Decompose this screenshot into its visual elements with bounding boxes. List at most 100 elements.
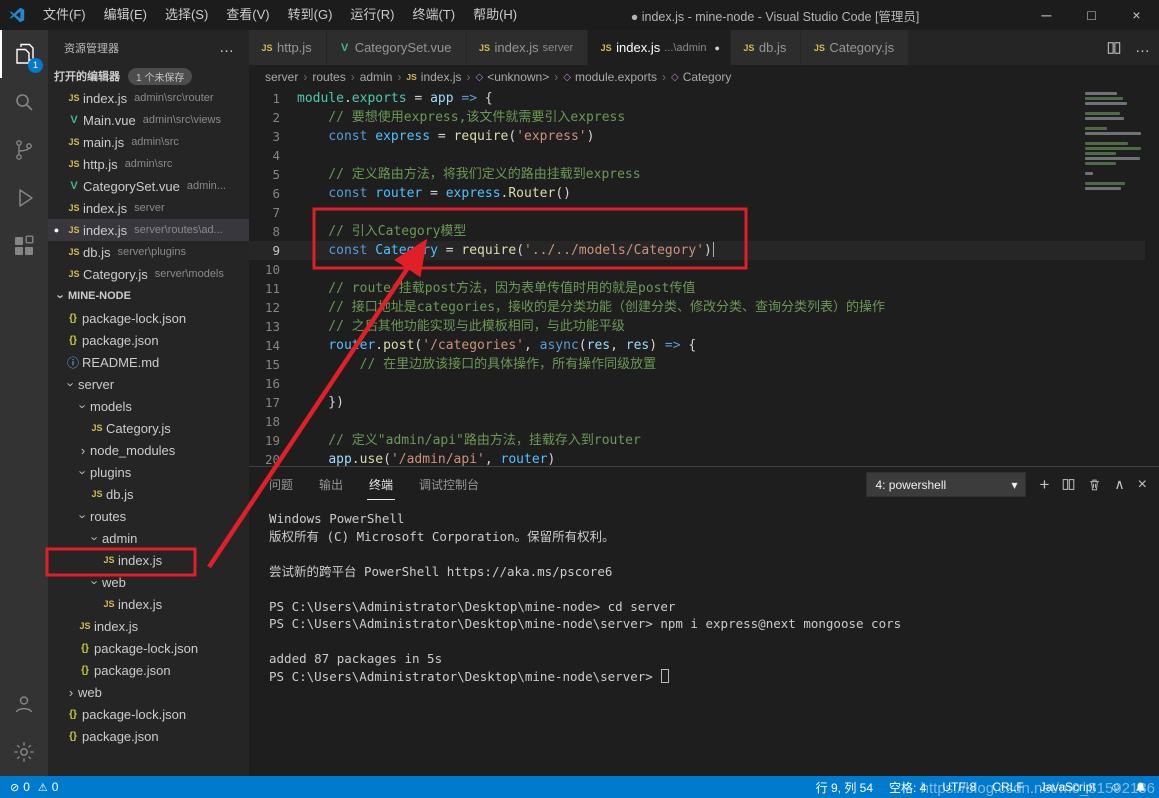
folder-item[interactable]: › web bbox=[48, 571, 249, 593]
status-item[interactable]: 空格: 4 bbox=[881, 779, 934, 796]
search-icon[interactable] bbox=[0, 78, 48, 126]
panel-tab[interactable]: 调试控制台 bbox=[417, 470, 481, 500]
breadcrumb-item[interactable]: ◇ module.exports bbox=[563, 70, 657, 84]
folder-root-header[interactable]: › MINE-NODE bbox=[48, 285, 249, 307]
code-editor[interactable]: 1 module.exports = app => {2 // 要想使用expre… bbox=[249, 89, 1159, 466]
code-line[interactable]: 10 bbox=[249, 260, 1159, 279]
split-editor-icon[interactable] bbox=[1107, 41, 1121, 55]
breadcrumb-item[interactable]: routes bbox=[312, 70, 345, 84]
open-editor-item[interactable]: ● JS index.js server\routes\ad... bbox=[48, 219, 249, 241]
file-item[interactable]: JS index.js bbox=[48, 549, 249, 571]
settings-gear-icon[interactable] bbox=[0, 728, 48, 776]
extensions-icon[interactable] bbox=[0, 222, 48, 270]
open-editor-item[interactable]: JS main.js admin\src bbox=[48, 131, 249, 153]
explorer-icon[interactable]: 1 bbox=[0, 30, 48, 78]
terminal-output[interactable]: Windows PowerShell 版权所有 (C) Microsoft Cor… bbox=[249, 502, 1159, 776]
menu-item[interactable]: 编辑(E) bbox=[95, 0, 156, 30]
more-actions-icon[interactable]: … bbox=[1135, 40, 1151, 55]
code-line[interactable]: 5 // 定义路由方法，将我们定义的路由挂载到express bbox=[249, 165, 1159, 184]
status-item[interactable]: UTF-8 bbox=[934, 780, 984, 794]
status-item[interactable]: CRLF bbox=[984, 780, 1031, 794]
folder-item[interactable]: › node_modules bbox=[48, 439, 249, 461]
code-line[interactable]: 6 const router = express.Router() bbox=[249, 184, 1159, 203]
breadcrumb-item[interactable]: JS index.js bbox=[406, 70, 461, 84]
close-panel-icon[interactable]: × bbox=[1138, 476, 1147, 494]
maximize-button[interactable]: □ bbox=[1069, 0, 1114, 30]
status-item[interactable]: JavaScript bbox=[1032, 780, 1104, 794]
more-actions-icon[interactable]: … bbox=[219, 40, 235, 55]
panel-tab[interactable]: 终端 bbox=[367, 470, 396, 500]
code-line[interactable]: 17 }) bbox=[249, 393, 1159, 412]
file-item[interactable]: {} package-lock.json bbox=[48, 307, 249, 329]
open-editor-item[interactable]: JS index.js admin\src\router bbox=[48, 87, 249, 109]
close-button[interactable]: × bbox=[1114, 0, 1159, 30]
minimize-button[interactable]: ─ bbox=[1024, 0, 1069, 30]
editor-tab[interactable]: JS index.js server bbox=[466, 30, 588, 65]
editor-tab[interactable]: JS Category.js bbox=[801, 30, 909, 65]
breadcrumb-item[interactable]: ◇ Category bbox=[671, 70, 731, 84]
panel-tab[interactable]: 问题 bbox=[267, 470, 295, 500]
code-line[interactable]: 13 // 之后其他功能实现与此模板相同，与此功能平级 bbox=[249, 317, 1159, 336]
editor-scrollbar[interactable] bbox=[1145, 89, 1159, 466]
menu-item[interactable]: 运行(R) bbox=[341, 0, 403, 30]
feedback-smiley-icon[interactable]: ☺ bbox=[1104, 780, 1128, 794]
file-item[interactable]: {} package-lock.json bbox=[48, 637, 249, 659]
open-editor-item[interactable]: JS http.js admin\src bbox=[48, 153, 249, 175]
code-line[interactable]: 8 // 引入Category模型 bbox=[249, 222, 1159, 241]
maximize-panel-icon[interactable]: ∧ bbox=[1114, 476, 1124, 493]
file-item[interactable]: JS index.js bbox=[48, 615, 249, 637]
open-editor-item[interactable]: JS index.js server bbox=[48, 197, 249, 219]
problems-status[interactable]: ⊘ 0 ⚠ 0 bbox=[10, 780, 58, 794]
folder-item[interactable]: › web bbox=[48, 681, 249, 703]
open-editor-item[interactable]: JS Category.js server\models bbox=[48, 263, 249, 285]
file-item[interactable]: {} package-lock.json bbox=[48, 703, 249, 725]
editor-tab[interactable]: JS http.js bbox=[249, 30, 326, 65]
run-debug-icon[interactable] bbox=[0, 174, 48, 222]
code-line[interactable]: 3 const express = require('express') bbox=[249, 127, 1159, 146]
code-line[interactable]: 1 module.exports = app => { bbox=[249, 89, 1159, 108]
code-line[interactable]: 18 bbox=[249, 412, 1159, 431]
terminal-select[interactable]: 4: powershell ▾ bbox=[866, 472, 1027, 497]
code-line[interactable]: 20 app.use('/admin/api', router) bbox=[249, 450, 1159, 466]
new-terminal-icon[interactable]: + bbox=[1039, 475, 1049, 495]
source-control-icon[interactable] bbox=[0, 126, 48, 174]
breadcrumb-item[interactable]: admin bbox=[360, 70, 393, 84]
code-line[interactable]: 16 bbox=[249, 374, 1159, 393]
notifications-bell-icon[interactable] bbox=[1128, 781, 1153, 794]
code-line[interactable]: 4 bbox=[249, 146, 1159, 165]
file-item[interactable]: {} package.json bbox=[48, 329, 249, 351]
open-editors-header[interactable]: 打开的编辑器 1 个未保存 bbox=[48, 65, 249, 87]
folder-item[interactable]: › admin bbox=[48, 527, 249, 549]
menu-item[interactable]: 终端(T) bbox=[403, 0, 464, 30]
file-item[interactable]: JS db.js bbox=[48, 483, 249, 505]
status-item[interactable]: 行 9, 列 54 bbox=[808, 779, 881, 796]
code-line[interactable]: 2 // 要想使用express,该文件就需要引入express bbox=[249, 108, 1159, 127]
code-line[interactable]: 14 router.post('/categories', async(res,… bbox=[249, 336, 1159, 355]
code-line[interactable]: 15 // 在里边放该接口的具体操作，所有操作同级放置 bbox=[249, 355, 1159, 374]
folder-item[interactable]: › plugins bbox=[48, 461, 249, 483]
code-line[interactable]: 9 const Category = require('../../models… bbox=[249, 241, 1159, 260]
file-item[interactable]: JS Category.js bbox=[48, 417, 249, 439]
file-item[interactable]: {} package.json bbox=[48, 725, 249, 747]
menu-item[interactable]: 查看(V) bbox=[217, 0, 278, 30]
folder-item[interactable]: › server bbox=[48, 373, 249, 395]
file-item[interactable]: {} package.json bbox=[48, 659, 249, 681]
editor-tab[interactable]: JS db.js bbox=[730, 30, 801, 65]
open-editor-item[interactable]: V Main.vue admin\src\views bbox=[48, 109, 249, 131]
minimap[interactable] bbox=[1085, 92, 1143, 192]
file-item[interactable]: ⓘ README.md bbox=[48, 351, 249, 373]
editor-tab[interactable]: JS index.js ...\admin ● bbox=[588, 30, 730, 65]
breadcrumb-item[interactable]: ◇ <unknown> bbox=[475, 70, 549, 84]
menu-item[interactable]: 转到(G) bbox=[279, 0, 342, 30]
menu-item[interactable]: 文件(F) bbox=[34, 0, 95, 30]
code-line[interactable]: 7 bbox=[249, 203, 1159, 222]
code-line[interactable]: 12 // 接口地址是categories，接收的是分类功能（创建分类、修改分类… bbox=[249, 298, 1159, 317]
code-line[interactable]: 19 // 定义"admin/api"路由方法，挂载存入到router bbox=[249, 431, 1159, 450]
editor-tab[interactable]: V CategorySet.vue bbox=[326, 30, 466, 65]
menu-item[interactable]: 帮助(H) bbox=[464, 0, 526, 30]
file-item[interactable]: JS index.js bbox=[48, 593, 249, 615]
breadcrumb-item[interactable]: server bbox=[265, 70, 298, 84]
panel-tab[interactable]: 输出 bbox=[317, 470, 345, 500]
open-editor-item[interactable]: V CategorySet.vue admin... bbox=[48, 175, 249, 197]
open-editor-item[interactable]: JS db.js server\plugins bbox=[48, 241, 249, 263]
